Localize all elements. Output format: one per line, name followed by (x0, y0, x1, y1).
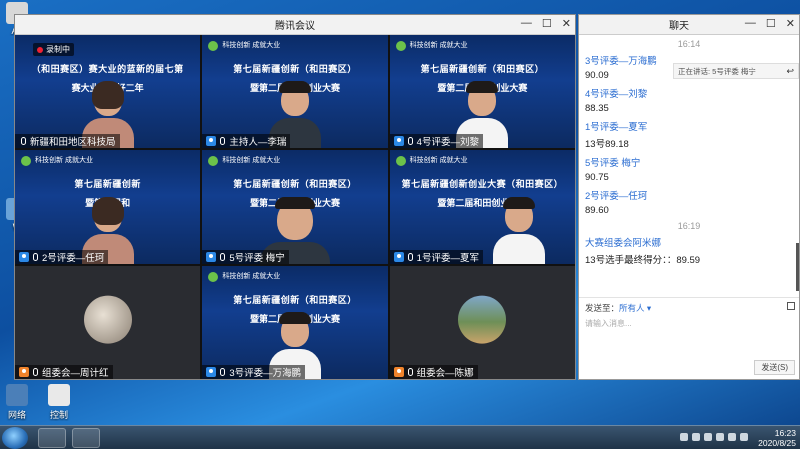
logo-icon (208, 271, 219, 282)
participant-nameplate: 主持人—李瑞 (202, 134, 291, 149)
volume-icon[interactable] (740, 433, 748, 441)
user-icon (393, 136, 404, 147)
pet-photo-avatar (83, 295, 132, 344)
system-tray (680, 433, 748, 441)
close-icon[interactable]: ✕ (786, 17, 795, 30)
close-icon[interactable]: ✕ (562, 17, 571, 30)
participant-video (493, 196, 546, 264)
scenic-photo-avatar (458, 295, 507, 344)
clock[interactable]: 16:23 2020/8/25 (758, 428, 796, 448)
mic-icon (407, 137, 413, 146)
start-button[interactable] (2, 427, 28, 449)
back-icon[interactable]: ↩ (786, 66, 794, 77)
message-timestamp: 16:14 (677, 39, 701, 49)
tray-app-icon[interactable] (692, 433, 700, 441)
mic-icon (220, 368, 226, 376)
message-sender[interactable]: 1号评委—夏军 (585, 119, 793, 133)
video-tile[interactable]: 组委会—陈娜 (389, 265, 575, 379)
user-icon (206, 251, 217, 262)
video-grid: 录制中 （和田赛区）赛大业的蓝新的届七第 赛大业的因好二年 新疆和田地区科技局 … (15, 35, 575, 379)
network-tray-icon[interactable] (728, 433, 736, 441)
mic-icon (220, 137, 226, 146)
chat-input[interactable]: 请输入消息... (585, 318, 632, 329)
chat-titlebar: 聊天 — ☐ ✕ (579, 15, 799, 35)
control-panel-icon (48, 384, 70, 406)
user-icon (393, 367, 404, 377)
video-tile[interactable]: 录制中 （和田赛区）赛大业的蓝新的届七第 赛大业的因好二年 新疆和田地区科技局 (15, 35, 201, 149)
meeting-app-icon[interactable] (38, 428, 66, 448)
logo-icon (395, 41, 406, 51)
participant-nameplate: 3号评委—万海鹏 (202, 365, 306, 379)
mic-icon (407, 368, 413, 376)
mic-icon (220, 252, 226, 261)
send-button[interactable]: 发送(S) (754, 360, 795, 375)
participant-nameplate: 新疆和田地区科技局 (15, 134, 120, 149)
message-sender[interactable]: 5号评委 梅宁 (585, 155, 793, 169)
video-tile[interactable]: 科技创新 成就大业 第七届新疆创新创业大赛（和田赛区） 暨第二届和田创业大赛 1… (389, 150, 575, 264)
video-tile[interactable]: 科技创新 成就大业 第七届新疆创新（和田赛区） 暨第二届和田创业大赛 5号评委 … (202, 150, 388, 264)
message-text: 13号89.18 (585, 139, 629, 150)
desktop-icon-network[interactable]: 网络 (2, 384, 32, 421)
taskbar: 16:23 2020/8/25 (0, 425, 800, 449)
maximize-icon[interactable]: ☐ (766, 17, 776, 30)
user-icon (206, 136, 217, 147)
speaking-notice: 正在讲话: 5号评委 梅宁 ↩ (673, 63, 799, 79)
user-icon (19, 367, 29, 377)
chat-composer: 发送至：所有人 ▾ 请输入消息... 发送(S) (579, 297, 799, 379)
meeting-title: 腾讯会议 (275, 21, 315, 32)
logo-icon (208, 41, 219, 51)
logo-icon (21, 156, 31, 167)
video-tile[interactable]: 科技创新 成就大业 第七届新疆创新 暨第二届和 2号评委—任珂 (15, 150, 201, 264)
meeting-window: 腾讯会议 — ☐ ✕ 录制中 （和田赛区）赛大业的蓝新的届七第 赛大业的因好二年… (14, 14, 576, 380)
logo-icon (208, 156, 219, 167)
maximize-icon[interactable]: ☐ (542, 17, 552, 30)
send-to-selector[interactable]: 发送至：所有人 ▾ (585, 302, 651, 314)
chat-title: 聊天 (669, 21, 689, 32)
participant-nameplate: 组委会—周计红 (15, 365, 113, 379)
participant-nameplate: 5号评委 梅宁 (202, 249, 289, 264)
meeting-titlebar: 腾讯会议 — ☐ ✕ (15, 15, 575, 35)
video-tile[interactable]: 科技创新 成就大业 第七届新疆创新（和田赛区） 暨第二届和田创业大赛 4号评委—… (389, 35, 575, 149)
tray-app-icon[interactable] (704, 433, 712, 441)
file-icon[interactable] (787, 302, 795, 310)
mic-icon (33, 368, 38, 376)
logo-icon (395, 156, 406, 167)
mic-icon (407, 252, 413, 261)
message-sender[interactable]: 2号评委—任珂 (585, 188, 793, 202)
wechat-app-icon[interactable] (72, 428, 100, 448)
participant-nameplate: 4号评委—刘黎 (389, 134, 483, 149)
participant-nameplate: 组委会—陈娜 (389, 365, 478, 379)
participant-nameplate: 1号评委—夏军 (389, 249, 483, 264)
video-tile[interactable]: 科技创新 成就大业 第七届新疆创新（和田赛区） 暨第二届和田创业大赛 3号评委—… (202, 265, 388, 379)
user-icon (393, 251, 404, 262)
chat-scrollbar[interactable] (796, 243, 799, 291)
record-dot-icon (37, 46, 43, 53)
desktop-icon-control[interactable]: 控制 (44, 384, 74, 421)
message-timestamp: 16:19 (677, 221, 701, 231)
tray-app-icon[interactable] (680, 433, 688, 441)
message-text: 13号选手最终得分：：89.59 (585, 255, 701, 266)
minimize-icon[interactable]: — (521, 17, 532, 30)
message-text: 88.35 (585, 103, 609, 114)
tray-app-icon[interactable] (716, 433, 724, 441)
network-icon (6, 384, 28, 406)
mic-icon (21, 137, 26, 146)
user-icon (206, 367, 217, 377)
message-text: 90.75 (585, 172, 609, 183)
participant-nameplate: 2号评委—任珂 (15, 249, 109, 264)
chat-window: 聊天 — ☐ ✕ 16:14 3号评委—万海鹏 90.09 4号评委—刘黎 88… (578, 14, 800, 380)
user-icon (19, 251, 29, 262)
mic-icon (33, 252, 38, 261)
minimize-icon[interactable]: — (745, 17, 756, 30)
video-tile[interactable]: 组委会—周计红 (15, 265, 201, 379)
video-tile[interactable]: 科技创新 成就大业 第七届新疆创新（和田赛区） 暨第二届和田创业大赛 主持人—李… (202, 35, 388, 149)
message-sender[interactable]: 大赛组委会阿米娜 (585, 235, 793, 249)
message-text: 89.60 (585, 205, 609, 216)
message-sender[interactable]: 4号评委—刘黎 (585, 86, 793, 100)
recording-indicator: 录制中 (33, 43, 74, 56)
